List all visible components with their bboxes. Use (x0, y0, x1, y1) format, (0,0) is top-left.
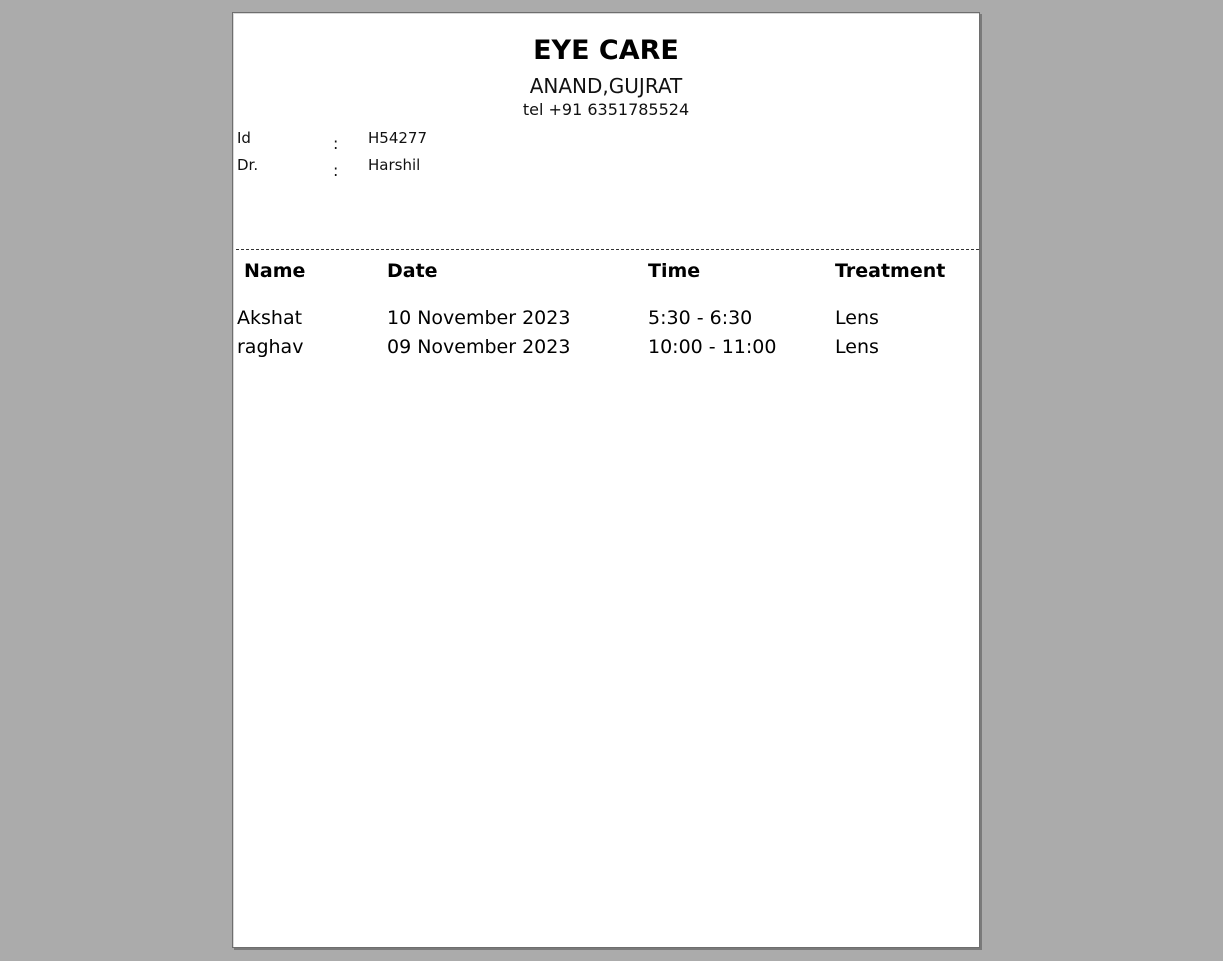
column-header-time: Time (648, 260, 701, 282)
id-row: Id : H54277 (237, 129, 637, 153)
dashed-divider (236, 249, 979, 250)
id-separator: : (333, 134, 339, 153)
doctor-separator: : (333, 161, 339, 180)
clinic-title: EYE CARE (533, 35, 679, 66)
clinic-telephone: tel +91 6351785524 (522, 100, 690, 119)
cell-date: 10 November 2023 (387, 307, 571, 329)
id-label: Id (237, 129, 251, 147)
cell-time: 5:30 - 6:30 (648, 307, 753, 329)
clinic-location: ANAND,GUJRAT (529, 74, 683, 98)
report-page: EYE CARE ANAND,GUJRAT tel +91 6351785524… (232, 12, 980, 948)
id-value: H54277 (368, 129, 427, 147)
cell-treatment: Lens (835, 307, 879, 329)
cell-time: 10:00 - 11:00 (648, 336, 777, 358)
column-header-date: Date (387, 260, 438, 282)
column-header-name: Name (244, 260, 306, 282)
cell-name: raghav (237, 336, 304, 358)
cell-treatment: Lens (835, 336, 879, 358)
doctor-row: Dr. : Harshil (237, 156, 637, 180)
doctor-label: Dr. (237, 156, 259, 174)
cell-name: Akshat (237, 307, 303, 329)
column-header-treatment: Treatment (835, 260, 946, 282)
cell-date: 09 November 2023 (387, 336, 571, 358)
doctor-value: Harshil (368, 156, 421, 174)
